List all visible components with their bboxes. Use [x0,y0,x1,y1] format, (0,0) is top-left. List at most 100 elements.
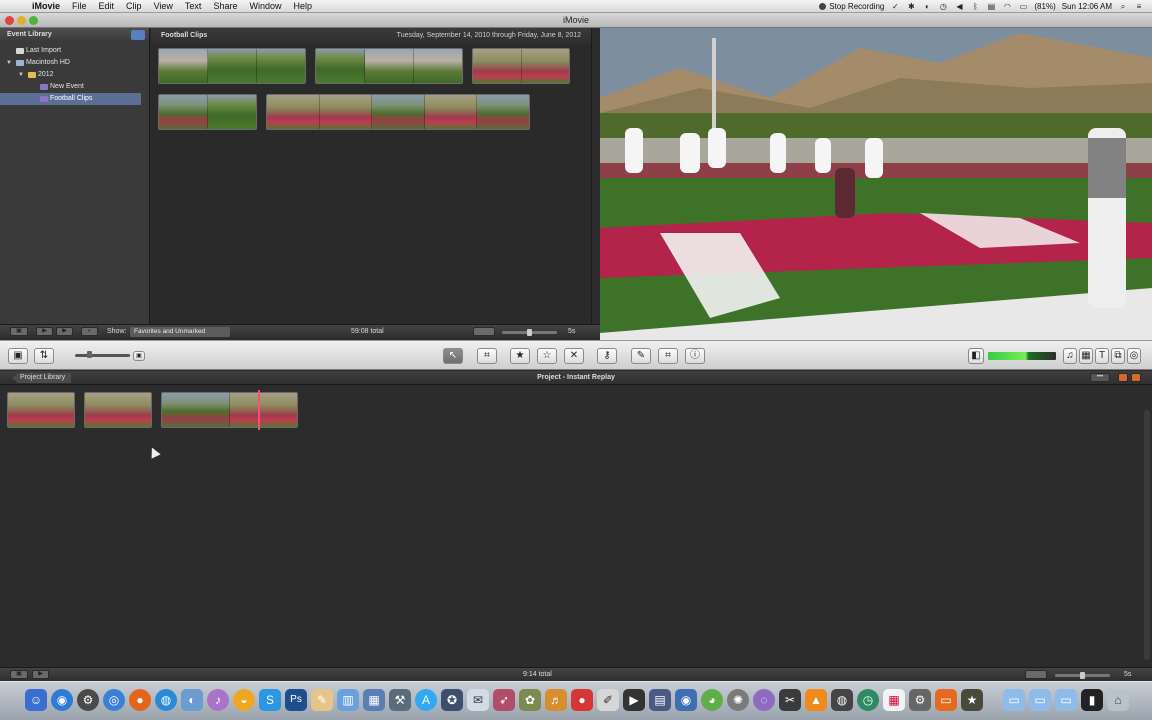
chrome-icon[interactable]: ◍ [155,689,177,711]
menu-clip[interactable]: Clip [120,0,148,12]
list-icon[interactable]: ≡ [1134,2,1144,11]
timemachine-dock-icon[interactable]: ◷ [857,689,879,711]
project-options-icon[interactable] [1118,373,1128,382]
safari-icon[interactable]: ◎ [103,689,125,711]
disclosure-triangle-icon[interactable]: ▼ [18,69,24,81]
xcode-icon[interactable]: ⚒ [389,689,411,711]
bootcamp-icon[interactable]: ⚙ [909,689,931,711]
bluetooth-icon[interactable]: ᛒ [970,2,980,11]
preview-icon[interactable]: ▦ [363,689,385,711]
documents-folder-icon[interactable]: ▭ [1029,689,1051,711]
project-view-options-button[interactable]: ••• [1090,373,1110,382]
search-button[interactable]: ⌕ [81,327,98,336]
project-clip[interactable] [84,392,152,428]
tree-item-2012[interactable]: ▼ 2012 [0,69,149,81]
project-clip[interactable] [7,392,75,428]
volume-icon[interactable]: ◀ [954,2,964,11]
menu-share[interactable]: Share [207,0,243,12]
terminal-icon[interactable]: ▮ [1081,689,1103,711]
crop-button[interactable]: ⌗ [658,348,678,364]
search-icon[interactable]: ⌕ [1118,2,1128,11]
timemachine-icon[interactable]: ◷ [938,2,948,11]
photo-booth-icon[interactable]: ◐ [181,689,203,711]
project-clip-zoom-knob[interactable] [1080,672,1085,679]
rocket-icon[interactable]: ➶ [493,689,515,711]
thumbnail-size-icon[interactable]: ▣ [133,351,145,361]
menu-edit[interactable]: Edit [93,0,121,12]
menu-help[interactable]: Help [287,0,318,12]
motion-icon[interactable]: ◌ [753,689,775,711]
stop-recording-item[interactable]: Stop Recording [819,2,884,11]
final-cut-icon[interactable]: ✂ [779,689,801,711]
tree-item-football-clips[interactable]: Football Clips [0,93,141,105]
wifi-icon[interactable]: ◠ [1002,2,1012,11]
app-store-icon[interactable]: A [415,689,437,711]
aperture-icon[interactable]: ✺ [727,689,749,711]
clapper-icon[interactable]: ▶ [623,689,645,711]
project-zoom-slider[interactable] [75,354,130,357]
show-filter-select[interactable]: Favorites and Unmarked [130,327,230,337]
unmark-star-button[interactable]: ☆ [537,348,557,364]
pages-icon[interactable]: ✎ [311,689,333,711]
applications-folder-icon[interactable]: ▭ [1003,689,1025,711]
voiceover-icon[interactable]: ◧ [968,348,984,364]
menu-imovie[interactable]: iMovie [26,0,66,12]
title-icon[interactable]: T [1095,348,1109,364]
chrome-alt-icon[interactable]: ◕ [701,689,723,711]
keynote-icon[interactable]: ▥ [337,689,359,711]
project-clip[interactable] [161,392,298,428]
transition-icon[interactable]: ⧉ [1111,348,1125,364]
audio-waveform-button[interactable] [473,327,495,336]
trash-icon[interactable]: ⌂ [1107,689,1129,711]
project-favorites-icon[interactable] [1131,373,1141,382]
reject-button[interactable]: ✕ [564,348,584,364]
photoshop-icon[interactable]: Ps [285,689,307,711]
arrow-tool-button[interactable]: ↖ [443,348,463,364]
inspector-info-button[interactable]: ⓘ [685,348,705,364]
pictures-icon[interactable]: ✿ [519,689,541,711]
skype-icon[interactable]: S [259,689,281,711]
project-timeline[interactable] [0,385,1152,667]
sync-icon[interactable]: ◐ [922,2,932,11]
clip-filmstrip[interactable] [158,48,306,84]
music-icon[interactable]: ♫ [1063,348,1077,364]
camera-app-icon[interactable]: ◉ [675,689,697,711]
play-project-button[interactable]: ▶ [32,670,49,679]
dashboard-icon[interactable]: ◉ [51,689,73,711]
thumbnail-zoom-knob[interactable] [527,329,532,336]
select-tool-button[interactable]: ⌗ [477,348,497,364]
tree-item-new-event[interactable]: New Event [0,81,149,93]
itunes-icon[interactable]: ♪ [207,689,229,711]
favorite-star-button[interactable]: ★ [510,348,530,364]
project-scrollbar[interactable] [1144,410,1150,660]
flag-icon[interactable]: ▤ [986,2,996,11]
downloads-folder-icon[interactable]: ▭ [1055,689,1077,711]
clip-filmstrip[interactable] [315,48,463,84]
show-hide-library-button[interactable]: ▣ [10,327,28,336]
menu-view[interactable]: View [148,0,179,12]
keyword-key-button[interactable]: ⚷ [597,348,617,364]
tree-item-last-import[interactable]: Last Import [0,45,149,57]
garageband-icon[interactable]: ♬ [545,689,567,711]
menu-file[interactable]: File [66,0,93,12]
script-editor-icon[interactable]: ✐ [597,689,619,711]
record-app-icon[interactable]: ● [571,689,593,711]
mail-icon[interactable]: ✉ [467,689,489,711]
clip-filmstrip[interactable] [472,48,570,84]
map-icon[interactable]: ◎ [1127,348,1141,364]
camera-import-icon[interactable]: ▣ [8,348,28,364]
photo-icon[interactable]: ▦ [1079,348,1093,364]
clip-filmstrip[interactable] [266,94,530,130]
dropper-button[interactable]: ✎ [631,348,651,364]
imovie-icon[interactable]: ✪ [441,689,463,711]
adium-icon[interactable]: ◒ [233,689,255,711]
presentation-icon[interactable]: ▭ [935,689,957,711]
finder-icon[interactable]: ☺ [25,689,47,711]
firefox-icon[interactable]: ● [129,689,151,711]
calendar-icon[interactable]: ▦ [883,689,905,711]
script-icon[interactable]: ✓ [890,2,900,11]
menu-window[interactable]: Window [243,0,287,12]
project-zoom-knob[interactable] [87,351,92,358]
gear-icon[interactable]: ✱ [906,2,916,11]
play-button[interactable]: ▶ [56,327,73,336]
